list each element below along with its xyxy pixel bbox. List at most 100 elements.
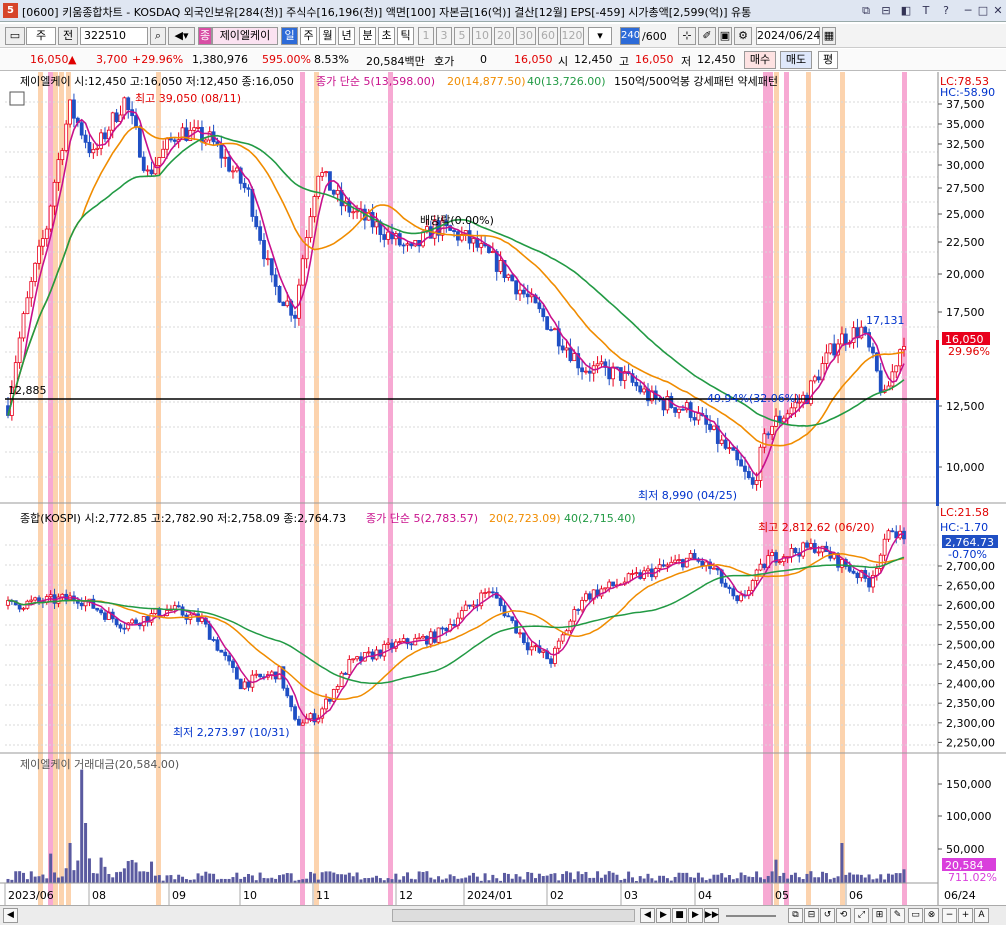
tab-week[interactable]: 주: [300, 27, 317, 45]
tab-second[interactable]: 초: [378, 27, 395, 45]
panel-toggle-icon[interactable]: ▭: [5, 27, 25, 45]
interval-5[interactable]: 5: [454, 27, 470, 45]
fast-forward-icon[interactable]: ▶▶: [704, 908, 719, 923]
tab-month[interactable]: 월: [319, 27, 336, 45]
layout-icon[interactable]: ◧: [898, 3, 914, 18]
kospi-candle: [607, 581, 612, 589]
candle: [169, 138, 173, 141]
chart-area[interactable]: 37,500 35,000 32,500 30,000 27,500 25,000 22,5…: [0, 72, 1006, 925]
zoom-minus-icon[interactable]: −: [942, 908, 957, 923]
draw-icon[interactable]: ✎: [890, 908, 905, 923]
amount-bar: [863, 877, 867, 883]
search-icon[interactable]: ⌕: [150, 27, 166, 45]
save-icon[interactable]: ▣: [718, 27, 732, 45]
amount-bar: [456, 878, 460, 883]
date-input[interactable]: 2024/06/24: [756, 27, 820, 45]
fit-icon[interactable]: ⤢: [854, 908, 869, 923]
kospi-candle: [502, 605, 507, 617]
interval-30[interactable]: 30: [516, 27, 536, 45]
layout-split-icon[interactable]: ⊞: [872, 908, 887, 923]
candle: [99, 132, 103, 149]
maximize-icon[interactable]: □: [975, 3, 991, 18]
minimize-icon[interactable]: ─: [960, 3, 976, 18]
amount-bar: [45, 878, 49, 883]
font-size-icon[interactable]: A: [974, 908, 989, 923]
calendar-icon[interactable]: ▦: [822, 27, 836, 45]
zoom-window-icon[interactable]: ⧉: [788, 908, 803, 923]
tab-year[interactable]: 년: [338, 27, 355, 45]
amount-bar: [844, 874, 848, 883]
delete-icon[interactable]: ⊗: [924, 908, 939, 923]
restore-icon[interactable]: ⟲: [836, 908, 851, 923]
kospi-candle: [99, 609, 103, 614]
amount-bar: [60, 876, 64, 883]
close-icon[interactable]: ✕: [990, 3, 1006, 18]
stop-icon[interactable]: ■: [672, 908, 687, 923]
kospi-candle: [300, 722, 305, 726]
kospi-candle: [21, 607, 26, 610]
zoom-out-icon[interactable]: ⊟: [804, 908, 819, 923]
interval-1[interactable]: 1: [418, 27, 434, 45]
candle: [324, 171, 328, 174]
avg-button[interactable]: 평: [818, 51, 838, 69]
candle: [48, 205, 53, 230]
link-icon[interactable]: ⧉: [858, 3, 874, 18]
candle: [196, 127, 200, 129]
amount-bar: [813, 877, 817, 883]
market-select[interactable]: 주: [26, 27, 56, 45]
scroll-next-icon[interactable]: ▶: [656, 908, 671, 923]
tools-icon[interactable]: ✐: [698, 27, 716, 45]
candle: [607, 367, 612, 380]
amount-bar: [181, 876, 185, 883]
interval-120[interactable]: 120: [560, 27, 584, 45]
tab-tick[interactable]: 틱: [397, 27, 414, 45]
candle: [254, 216, 259, 228]
sell-button[interactable]: 매도: [780, 51, 812, 69]
candle: [141, 156, 146, 171]
prev-button[interactable]: 전: [58, 27, 78, 45]
help-icon[interactable]: ?: [938, 3, 954, 18]
interval-60[interactable]: 60: [538, 27, 558, 45]
grid-toggle-icon[interactable]: [9, 91, 25, 106]
kospi-candle: [553, 647, 557, 664]
amount-bar: [351, 876, 355, 883]
kospi-candle: [118, 624, 123, 629]
sound-icon[interactable]: ◀▾: [168, 27, 195, 45]
zoom-plus-icon[interactable]: +: [958, 908, 973, 923]
screen-icon[interactable]: ▭: [908, 908, 923, 923]
candle: [95, 147, 100, 150]
split-icon[interactable]: ⊟: [878, 3, 894, 18]
candle: [673, 407, 678, 413]
tab-day[interactable]: 일: [281, 27, 298, 45]
amount-bar: [561, 873, 565, 883]
text-icon[interactable]: T: [918, 3, 934, 18]
candle: [479, 243, 484, 248]
kospi-candle: [200, 617, 204, 622]
interval-10[interactable]: 10: [472, 27, 492, 45]
candle: [149, 169, 154, 175]
play-icon[interactable]: ▶: [688, 908, 703, 923]
candle: [553, 328, 557, 331]
buy-button[interactable]: 매수: [744, 51, 776, 69]
interval-3[interactable]: 3: [436, 27, 452, 45]
count-current[interactable]: 240: [620, 27, 640, 45]
crosshair-icon[interactable]: ⊹: [678, 27, 696, 45]
speed-slider[interactable]: [726, 915, 776, 917]
amount-bar: [510, 878, 514, 883]
kospi-candle: [731, 588, 736, 597]
code-input[interactable]: 322510: [80, 27, 148, 45]
reset-icon[interactable]: ↺: [820, 908, 835, 923]
scrollbar[interactable]: ◀ ◀ ▶ ■ ▶ ▶▶ ⧉ ⊟ ↺ ⟲ ⤢ ⊞ ✎ ▭ ⊗ − + A: [0, 905, 1006, 925]
candle: [789, 407, 794, 415]
settings-icon[interactable]: ⚙: [734, 27, 752, 45]
interval-dropdown[interactable]: ▾: [588, 27, 612, 45]
amount-bar: [444, 878, 448, 883]
amount-bar: [693, 877, 697, 883]
kospi-max-label: 최고 2,812.62 (06/20): [758, 521, 875, 534]
scroll-prev-icon[interactable]: ◀: [640, 908, 655, 923]
tab-minute[interactable]: 분: [359, 27, 376, 45]
interval-20[interactable]: 20: [494, 27, 514, 45]
scroll-thumb[interactable]: [392, 909, 635, 922]
scroll-left-icon[interactable]: ◀: [3, 908, 18, 923]
kospi-candle: [207, 623, 212, 640]
